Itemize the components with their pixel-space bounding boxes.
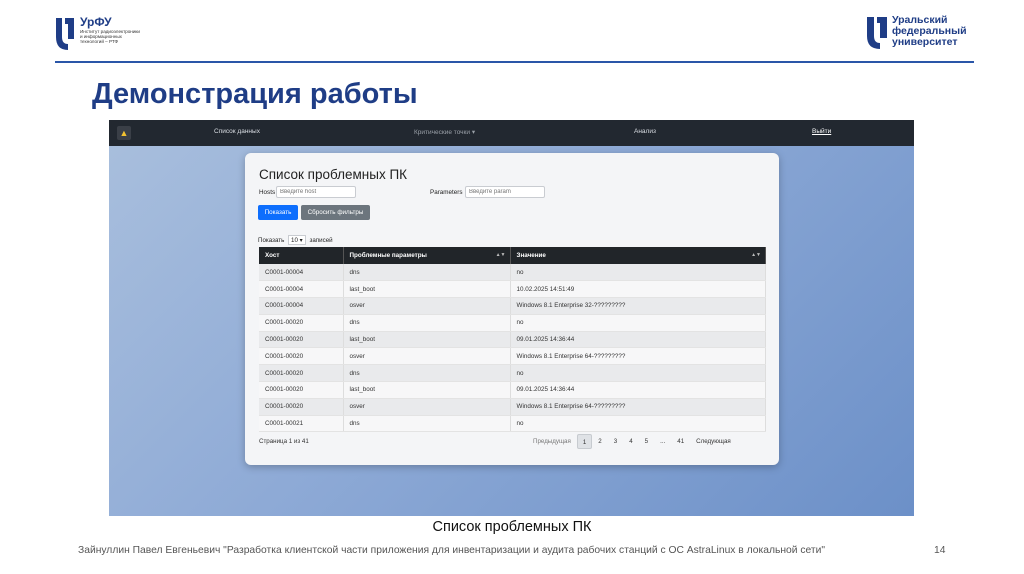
cell-param: last_boot	[343, 280, 511, 299]
cell-host: C0001-00004	[259, 280, 344, 299]
page-size-value: 10	[291, 237, 298, 244]
cell-param: dns	[343, 364, 511, 383]
urfu-logo: Уральский федеральный университет	[866, 15, 986, 55]
app-screenshot: ▲ Список данных Критические точки ▾ Анал…	[109, 120, 914, 516]
pagination-page-5[interactable]: 5	[639, 434, 654, 449]
chevron-down-icon: ▾	[299, 237, 303, 244]
navbar: ▲ Список данных Критические точки ▾ Анал…	[109, 120, 914, 146]
cell-host: C0001-00020	[259, 364, 344, 383]
show-button[interactable]: Показать	[258, 205, 298, 220]
cell-host: C0001-00020	[259, 331, 344, 349]
hosts-input[interactable]	[276, 186, 356, 198]
slide-title: Демонстрация работы	[92, 78, 418, 110]
table-row: C0001-00004 osver Windows 8.1 Enterprise 3…	[259, 297, 766, 315]
cell-param: dns	[343, 264, 511, 282]
cell-host: C0001-00021	[259, 415, 344, 433]
university-name: Уральский федеральный университет	[892, 15, 967, 48]
slide: УрФУ Институт радиоэлектроники и информа…	[0, 0, 1024, 574]
cell-param: dns	[343, 314, 511, 332]
table-row: C0001-00020 dns no	[259, 364, 766, 383]
column-header-host[interactable]: Хост	[259, 247, 344, 264]
cell-value: no	[510, 415, 766, 433]
parameters-label: Parameters	[430, 189, 463, 196]
hosts-label: Hosts	[259, 189, 276, 196]
parameters-input[interactable]	[465, 186, 545, 198]
table-row: C0001-00021 dns no	[259, 415, 766, 433]
cell-host: C0001-00020	[259, 381, 344, 399]
cell-value: Windows 8.1 Enterprise 64-?????????	[510, 347, 766, 366]
pagination-page-last[interactable]: 41	[671, 434, 690, 449]
footer-text: Зайнуллин Павел Евгеньевич "Разработка к…	[78, 545, 825, 556]
cell-value: no	[510, 364, 766, 383]
column-header-label: Значение	[516, 252, 546, 259]
table-row: C0001-00020 osver Windows 8.1 Enterprise 6…	[259, 398, 766, 416]
table-row: C0001-00020 osver Windows 8.1 Enterprise 6…	[259, 347, 766, 366]
cell-value: no	[510, 314, 766, 332]
cell-param: last_boot	[343, 331, 511, 349]
page-size-control: Показать 10 ▾ записей	[258, 235, 333, 245]
cell-value: 09.01.2025 14:36:44	[510, 381, 766, 399]
cell-param: osver	[343, 398, 511, 416]
sort-icon: ▲▼	[495, 252, 506, 258]
logo-subtitle: Институт радиоэлектроники и информационн…	[80, 29, 140, 45]
page-size-prefix: Показать	[258, 237, 285, 244]
pagination-ellipsis: ...	[660, 438, 666, 445]
cell-value: Windows 8.1 Enterprise 32-?????????	[510, 297, 766, 315]
table-row: C0001-00004 last_boot 10.02.2025 14:51:49	[259, 280, 766, 299]
problem-pc-table: Хост Проблемные параметры ▲▼ Значение ▲▼ C…	[259, 247, 766, 433]
logo-brand: УрФУ	[80, 15, 112, 29]
cell-host: C0001-00020	[259, 347, 344, 366]
table-row: C0001-00020 dns no	[259, 314, 766, 332]
pagination-page-1[interactable]: 1	[576, 434, 593, 449]
cell-host: C0001-00020	[259, 398, 344, 416]
cell-host: C0001-00004	[259, 297, 344, 315]
cell-param: osver	[343, 347, 511, 366]
card-title: Список проблемных ПК	[259, 167, 408, 182]
university-name-line: университет	[892, 36, 958, 48]
nav-item-critical-points[interactable]: Критические точки ▾	[414, 128, 475, 136]
triangle-logo-icon[interactable]: ▲	[117, 126, 131, 140]
page-info: Страница 1 из 41	[259, 438, 309, 445]
urfu-u-icon	[56, 18, 74, 50]
page-size-select[interactable]: 10 ▾	[288, 235, 306, 245]
cell-host: C0001-00020	[259, 314, 344, 332]
cell-value: 09.01.2025 14:36:44	[510, 331, 766, 349]
cell-param: last_boot	[343, 381, 511, 399]
column-header-params[interactable]: Проблемные параметры ▲▼	[343, 247, 511, 264]
pagination-page-2[interactable]: 2	[592, 434, 607, 449]
table-header-row: Хост Проблемные параметры ▲▼ Значение ▲▼	[259, 247, 766, 264]
pagination: Предыдущая 1 2 3 4 5 ... 41 Следующая	[527, 434, 737, 449]
pagination-page-3[interactable]: 3	[608, 434, 623, 449]
table-row: C0001-00004 dns no	[259, 264, 766, 282]
column-header-label: Хост	[265, 252, 280, 259]
figure-caption: Список проблемных ПК	[432, 519, 592, 535]
cell-value: Windows 8.1 Enterprise 64-?????????	[510, 398, 766, 416]
nav-item-analysis[interactable]: Анализ	[634, 128, 656, 135]
nav-item-data-list[interactable]: Список данных	[214, 128, 260, 135]
pagination-next[interactable]: Следующая	[690, 434, 737, 449]
urfu-rtf-logo: УрФУ Институт радиоэлектроники и информа…	[55, 15, 140, 57]
column-header-label: Проблемные параметры	[349, 252, 427, 259]
reset-filters-button[interactable]: Сбросить фильтры	[301, 205, 370, 220]
column-header-value[interactable]: Значение ▲▼	[510, 247, 766, 264]
table-row: C0001-00020 last_boot 09.01.2025 14:36:44	[259, 331, 766, 349]
pagination-prev[interactable]: Предыдущая	[527, 434, 577, 449]
cell-param: dns	[343, 415, 511, 433]
nav-logout-link[interactable]: Выйти	[812, 128, 831, 135]
cell-param: osver	[343, 297, 511, 315]
cell-host: C0001-00004	[259, 264, 344, 282]
page-size-suffix: записей	[309, 237, 333, 244]
header-divider	[55, 61, 974, 63]
sort-icon: ▲▼	[751, 252, 761, 258]
urfu-u-icon	[867, 17, 887, 49]
problem-pc-card: Список проблемных ПК Hosts Parameters По…	[245, 153, 779, 465]
table-row: C0001-00020 last_boot 09.01.2025 14:36:44	[259, 381, 766, 399]
cell-value: no	[510, 264, 766, 282]
cell-value: 10.02.2025 14:51:49	[510, 280, 766, 299]
pagination-page-4[interactable]: 4	[623, 434, 638, 449]
page-number: 14	[934, 545, 946, 556]
